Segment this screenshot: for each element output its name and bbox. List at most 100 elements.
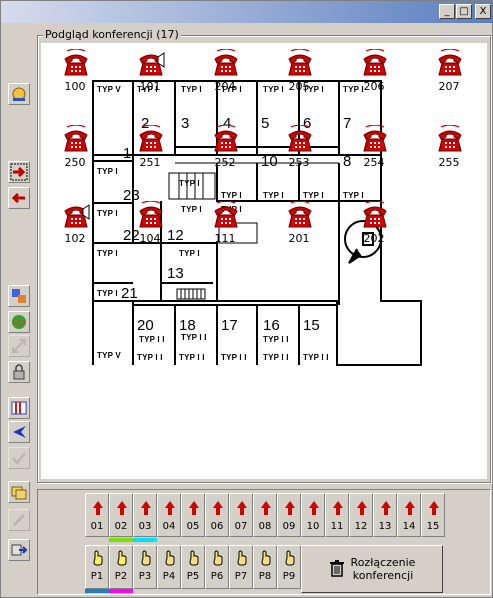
copy-tree-icon [12, 289, 26, 303]
disconnect-conference-button[interactable]: Rozłączenie konferencji [301, 545, 443, 593]
phone-104[interactable]: 104 [130, 201, 170, 251]
track-button-11[interactable]: 11 [325, 493, 349, 537]
pencil-button[interactable] [8, 509, 30, 531]
preset-label: P5 [186, 571, 200, 582]
preset-button-P6[interactable]: P6 [205, 545, 229, 589]
phone-205[interactable]: 205 [279, 49, 319, 99]
lock-button[interactable] [8, 361, 30, 383]
preset-button-P8[interactable]: P8 [253, 545, 277, 589]
room-type-label: TYP V [97, 85, 121, 94]
forward-arrow-button[interactable] [8, 161, 30, 183]
minimize-button[interactable]: _ [439, 4, 455, 19]
preset-label: P9 [282, 571, 296, 582]
phone-100[interactable]: 100 [55, 49, 95, 99]
preset-button-P3[interactable]: P3 [133, 545, 157, 589]
track-button-08[interactable]: 08 [253, 493, 277, 537]
checkmark-button[interactable] [8, 447, 30, 469]
back-arrow-icon [11, 192, 25, 204]
phone-111[interactable]: 111 [205, 201, 245, 251]
track-button-03[interactable]: 03 [133, 493, 157, 542]
trash-icon [329, 560, 344, 577]
lock-icon [13, 364, 25, 380]
room-type-label: TYP I I [179, 353, 205, 362]
room-number: 17 [221, 317, 238, 334]
phone-204[interactable]: 204 [205, 49, 245, 99]
disconnect-label-line2: konferencji [352, 569, 414, 582]
up-arrow-icon [261, 501, 271, 515]
preset-button-P7[interactable]: P7 [229, 545, 253, 589]
up-arrow-icon [405, 501, 415, 515]
phone-253[interactable]: 253 [279, 125, 319, 175]
exit-button[interactable] [8, 539, 30, 561]
columns-button[interactable] [8, 397, 30, 419]
track-button-05[interactable]: 05 [181, 493, 205, 537]
phone-206[interactable]: 206 [354, 49, 394, 99]
track-button-06[interactable]: 06 [205, 493, 229, 537]
room-type-label: TYP I I [221, 353, 247, 362]
track-button-02[interactable]: 02 [109, 493, 133, 542]
preset-button-P4[interactable]: P4 [157, 545, 181, 589]
copy-tree-button[interactable] [8, 285, 30, 307]
room-type-label: TYP I [221, 191, 242, 200]
phone-252[interactable]: 252 [205, 125, 245, 175]
phone-251[interactable]: 251 [130, 125, 170, 175]
track-label: 11 [330, 521, 344, 532]
folders-button[interactable] [8, 481, 30, 503]
disconnect-label-line1: Rozłączenie [350, 556, 416, 569]
hand-icon [141, 550, 151, 566]
track-button-09[interactable]: 09 [277, 493, 301, 537]
room-type-label: TYP I [343, 191, 364, 200]
track-label: 13 [378, 521, 392, 532]
phone-201[interactable]: 201 [279, 201, 319, 251]
preset-label: P4 [162, 571, 176, 582]
preset-button-P1[interactable]: P1 [85, 545, 109, 593]
phone-202[interactable]: 202 [354, 201, 394, 251]
phone-250[interactable]: 250 [55, 125, 95, 175]
room-type-label: TYP I [303, 191, 324, 200]
preset-button-P9[interactable]: P9 [277, 545, 301, 589]
close-button[interactable]: X [475, 4, 491, 19]
phone-icon [214, 201, 238, 228]
phone-icon [438, 49, 462, 76]
left-arrow-button[interactable] [8, 421, 30, 443]
phone-255[interactable]: 255 [429, 125, 469, 175]
phone-254[interactable]: 254 [354, 125, 394, 175]
hand-icon [117, 550, 127, 566]
phone-207[interactable]: 207 [429, 49, 469, 99]
track-button-10[interactable]: 10 [301, 493, 325, 537]
room-number: 13 [167, 265, 184, 282]
phone-icon [139, 125, 163, 152]
phone-102[interactable]: 102 [55, 201, 95, 251]
phone-extension-label: 255 [438, 156, 460, 169]
track-label: 02 [114, 521, 128, 532]
track-button-01[interactable]: 01 [85, 493, 109, 537]
track-button-07[interactable]: 07 [229, 493, 253, 537]
maximize-button[interactable]: □ [456, 4, 472, 19]
track-button-12[interactable]: 12 [349, 493, 373, 537]
preset-label: P8 [258, 571, 272, 582]
room-type-label: TYP I [97, 249, 118, 258]
resize-button[interactable] [8, 335, 30, 357]
phone-extension-label: 202 [363, 232, 385, 245]
room-type-label: TYP I [97, 289, 118, 298]
track-label: 10 [306, 521, 320, 532]
track-button-13[interactable]: 13 [373, 493, 397, 537]
up-arrow-icon [429, 501, 439, 515]
preset-label: P2 [114, 571, 128, 582]
track-button-14[interactable]: 14 [397, 493, 421, 537]
up-arrow-icon [309, 501, 319, 515]
phone-extension-label: 102 [64, 232, 86, 245]
phone-101[interactable]: 101 [130, 49, 170, 99]
track-label: 03 [138, 521, 152, 532]
preset-button-P5[interactable]: P5 [181, 545, 205, 589]
alarm-bell-icon [12, 87, 26, 101]
globe-button[interactable] [8, 311, 30, 333]
preset-button-P2[interactable]: P2 [109, 545, 133, 593]
track-button-04[interactable]: 04 [157, 493, 181, 537]
track-button-15[interactable]: 15 [421, 493, 445, 537]
back-arrow-button[interactable] [8, 187, 30, 209]
phone-extension-label: 252 [214, 156, 236, 169]
alarm-bell-button[interactable] [8, 83, 30, 105]
hand-icon [93, 550, 103, 566]
room-type-label: TYP I [179, 249, 200, 258]
